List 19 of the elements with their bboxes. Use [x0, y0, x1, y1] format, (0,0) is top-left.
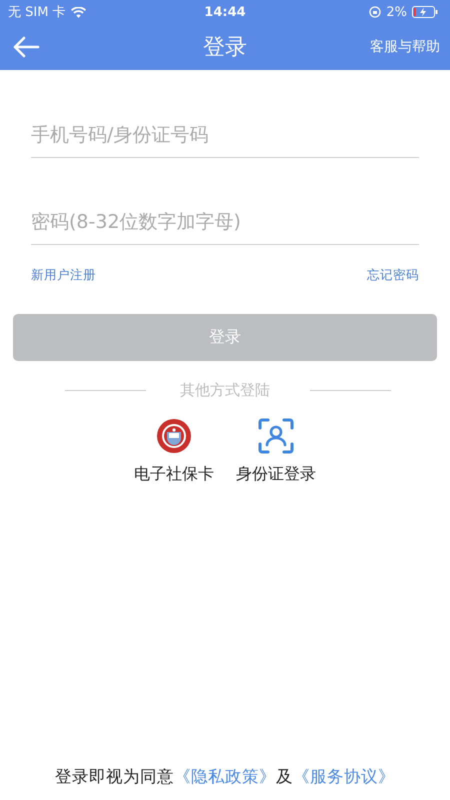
policy-link[interactable]: 《隐私政策》: [174, 767, 276, 786]
agreement-text: 登录即视为同意《隐私政策》及《服务协议》: [54, 766, 396, 788]
login-option[interactable]: 电子社保卡: [134, 418, 214, 485]
rotation-lock-icon: [369, 6, 382, 18]
page-title: 登录: [203, 34, 247, 62]
text-link[interactable]: 忘记密码: [367, 267, 419, 284]
clock-time: 14:44: [204, 4, 246, 20]
login-option[interactable]: 身份证登录: [236, 418, 316, 485]
policy-link[interactable]: 《服务协议》: [293, 767, 395, 786]
battery-percent: 2%: [386, 4, 407, 20]
battery-icon: [412, 6, 438, 18]
text-link[interactable]: 新用户注册: [31, 267, 96, 284]
section-label: 其他方式登陆: [180, 381, 270, 400]
social-security-badge-icon: [156, 418, 192, 454]
back-button[interactable]: [12, 36, 40, 58]
carrier-text: 无 SIM 卡: [8, 4, 66, 21]
face-scan-icon: [258, 418, 294, 454]
help-link[interactable]: 客服与帮助: [370, 38, 440, 56]
wifi-icon: [70, 6, 86, 18]
